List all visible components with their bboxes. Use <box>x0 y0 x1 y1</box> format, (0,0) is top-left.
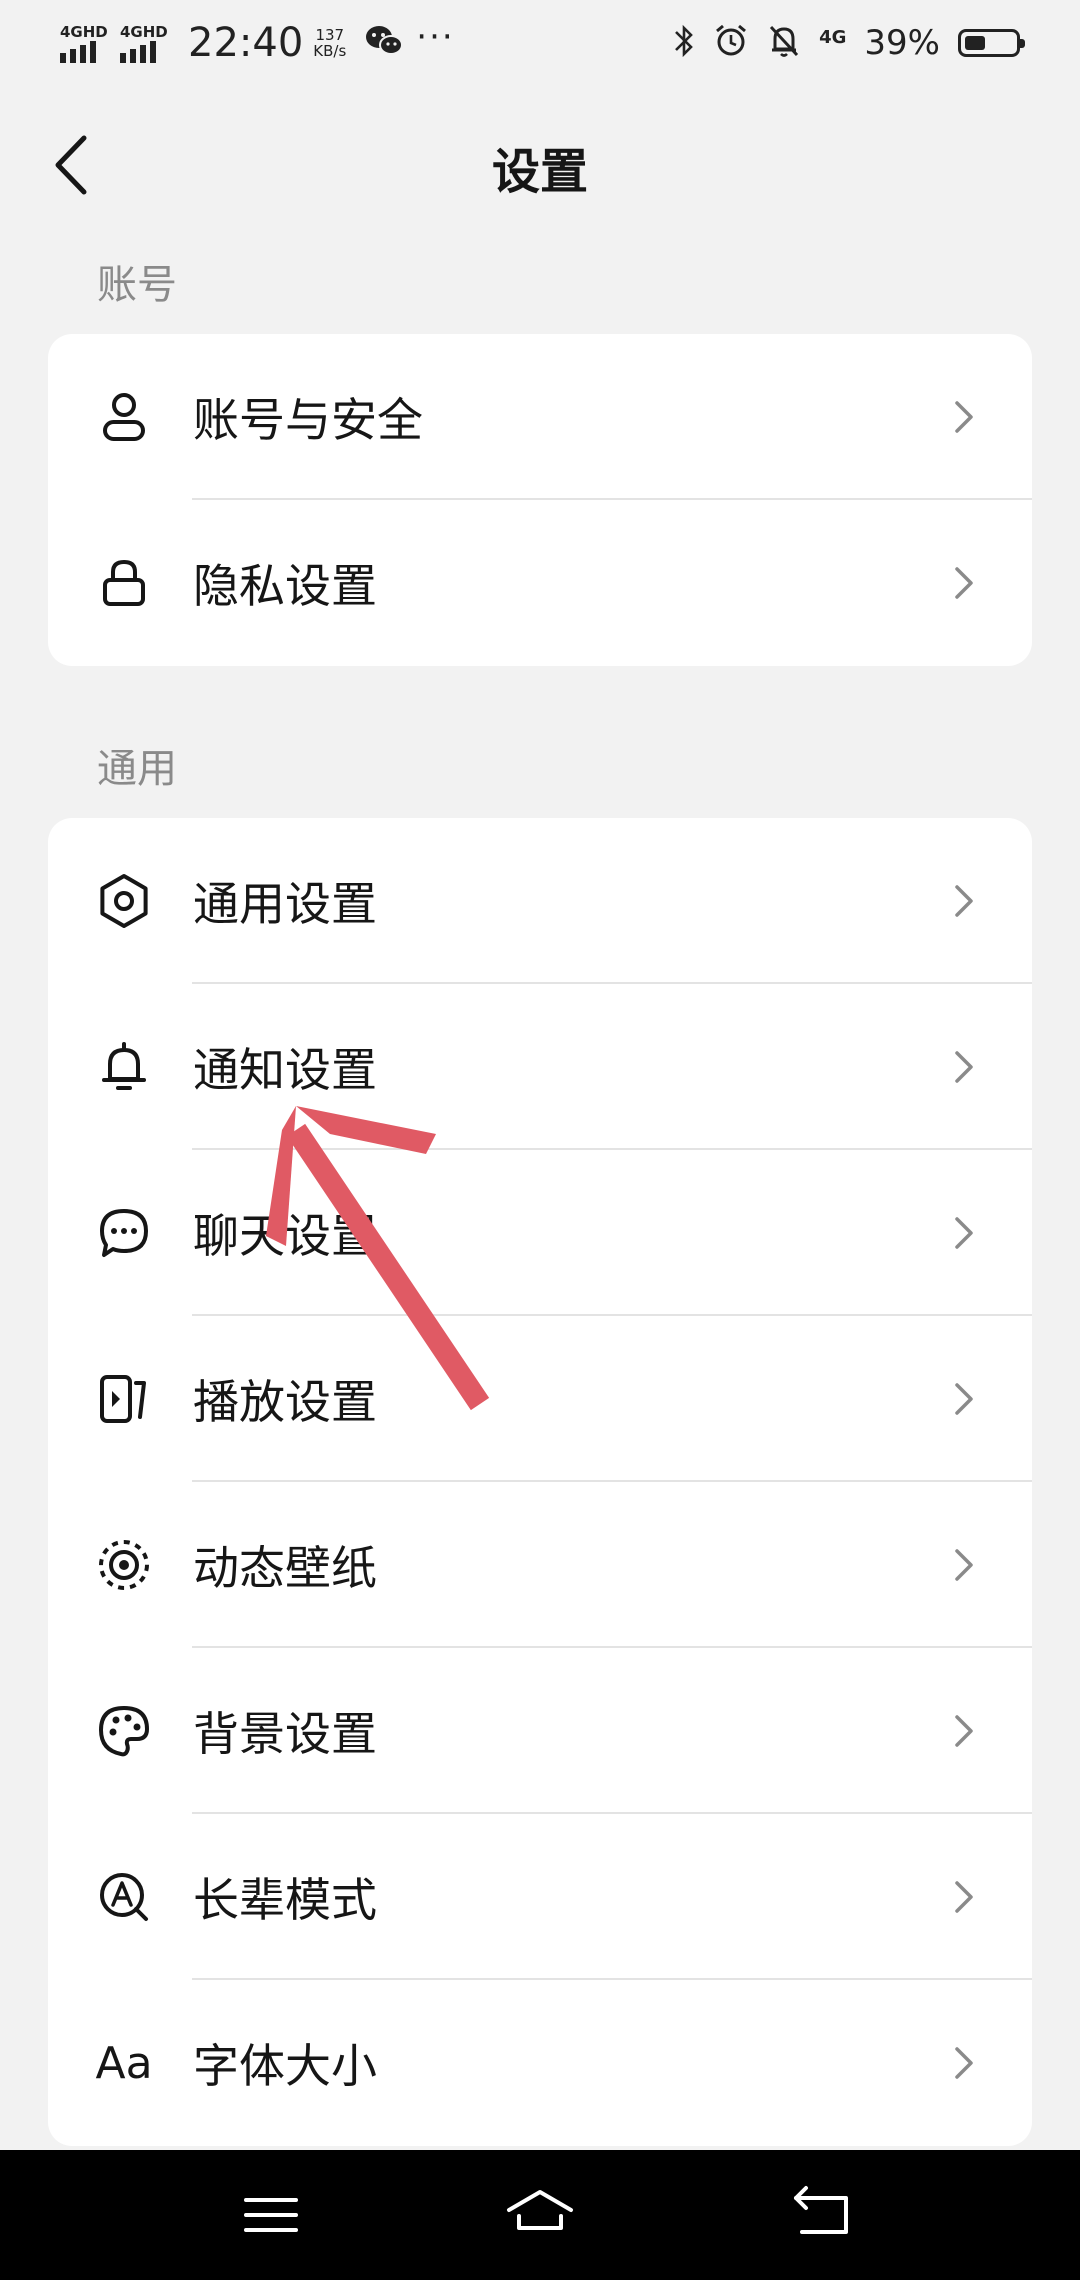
settings-item-label: 动态壁纸 <box>193 1541 377 1595</box>
settings-item-font-size[interactable]: Aa 字体大小 <box>48 1980 1032 2146</box>
alarm-icon <box>713 23 749 63</box>
elder-mode-icon <box>96 1869 152 1925</box>
live-wallpaper-icon <box>96 1537 152 1593</box>
chevron-right-icon <box>955 567 973 599</box>
chevron-right-icon <box>955 401 973 433</box>
chevron-right-icon <box>955 1549 973 1581</box>
battery-icon <box>958 29 1025 57</box>
settings-item-privacy[interactable]: 隐私设置 <box>48 500 1032 666</box>
clock: 22:40 <box>188 20 304 66</box>
network-speed-value: 137 <box>315 26 345 44</box>
settings-item-background[interactable]: 背景设置 <box>48 1648 1032 1814</box>
signal-label: 4GHD <box>60 23 108 41</box>
home-button[interactable] <box>505 2180 575 2250</box>
more-notifications-icon: ··· <box>416 17 455 57</box>
bell-icon <box>96 1039 152 1095</box>
chevron-right-icon <box>955 1217 973 1249</box>
settings-item-label: 通用设置 <box>193 877 377 931</box>
signal-strength-icon: 4GHD <box>58 23 114 63</box>
settings-item-playback[interactable]: 播放设置 <box>48 1316 1032 1482</box>
settings-item-label: 背景设置 <box>193 1707 377 1761</box>
settings-item-general[interactable]: 通用设置 <box>48 818 1032 984</box>
lock-icon <box>96 555 152 611</box>
network-speed-unit: KB/s <box>313 42 347 60</box>
page-title: 设置 <box>491 144 588 200</box>
settings-item-label: 长辈模式 <box>193 1873 377 1927</box>
chevron-right-icon <box>955 1051 973 1083</box>
network-4g-icon: 4G <box>819 26 847 48</box>
settings-item-account-security[interactable]: 账号与安全 <box>48 334 1032 500</box>
settings-item-notifications[interactable]: 通知设置 <box>48 984 1032 1150</box>
signal-label: 4GHD <box>120 23 168 41</box>
account-settings-card: 账号与安全 隐私设置 <box>48 334 1032 666</box>
settings-item-chat[interactable]: 聊天设置 <box>48 1150 1032 1316</box>
back-nav-button[interactable] <box>788 2180 858 2250</box>
mute-bell-icon <box>767 23 801 63</box>
signal-strength-icon: 4GHD <box>118 23 174 63</box>
gear-icon <box>96 873 152 929</box>
chevron-right-icon <box>955 1383 973 1415</box>
battery-percentage: 39% <box>864 23 940 63</box>
settings-item-elder-mode[interactable]: 长辈模式 <box>48 1814 1032 1980</box>
system-navigation-bar <box>0 2150 1080 2280</box>
section-label-general: 通用 <box>97 746 177 792</box>
general-settings-card: 通用设置 通知设置 聊天设置 播放设置 动态壁纸 背景设置 长辈模式 Aa 字体… <box>48 818 1032 2146</box>
font-size-icon: Aa <box>95 2037 153 2089</box>
chevron-right-icon <box>955 885 973 917</box>
page-header: 设置 <box>0 100 1080 230</box>
chevron-right-icon <box>955 2047 973 2079</box>
settings-item-label: 播放设置 <box>193 1375 377 1429</box>
chevron-right-icon <box>955 1881 973 1913</box>
bluetooth-icon <box>673 23 695 63</box>
settings-item-label: 聊天设置 <box>193 1209 377 1263</box>
play-icon <box>96 1371 152 1427</box>
network-speed: 137 KB/s <box>313 27 346 59</box>
chevron-right-icon <box>955 1715 973 1747</box>
status-bar: 4GHD 4GHD 22:40 137 KB/s ··· 4G 39% <box>0 0 1080 90</box>
settings-item-label: 字体大小 <box>193 2039 377 2093</box>
section-label-account: 账号 <box>97 262 177 308</box>
wechat-icon <box>364 23 404 63</box>
settings-item-label: 账号与安全 <box>193 393 423 447</box>
palette-icon <box>96 1703 152 1759</box>
settings-item-label: 隐私设置 <box>193 559 377 613</box>
settings-item-label: 通知设置 <box>193 1043 377 1097</box>
chat-bubble-icon <box>96 1205 152 1261</box>
settings-item-live-wallpaper[interactable]: 动态壁纸 <box>48 1482 1032 1648</box>
user-icon <box>96 389 152 445</box>
menu-button[interactable] <box>236 2180 306 2250</box>
